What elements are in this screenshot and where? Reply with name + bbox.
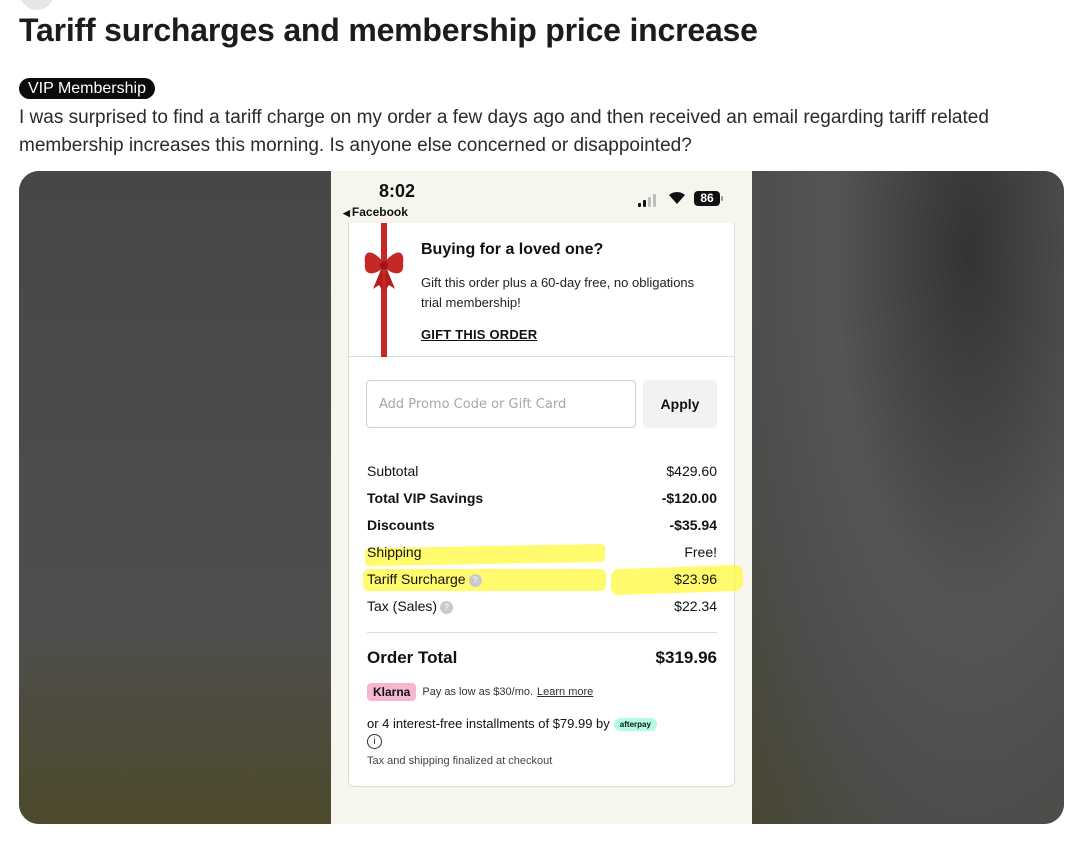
order-total-row: Order Total $319.96	[367, 648, 717, 670]
fine-print: Tax and shipping finalized at checkout	[367, 755, 553, 767]
discounts-value: -$35.94	[669, 517, 717, 533]
klarna-logo: Klarna	[367, 683, 417, 701]
tax-label: Tax (Sales)	[367, 598, 438, 614]
image-blur-left	[19, 171, 331, 824]
battery-tip	[721, 196, 723, 201]
battery-icon: 86	[694, 191, 720, 206]
back-arrow-icon: ◀	[343, 208, 350, 218]
afterpay-row: or 4 interest-free installments of $79.9…	[367, 716, 717, 749]
learn-more-link[interactable]: Learn more	[537, 686, 593, 698]
back-to-app: ◀ Facebook	[343, 205, 408, 219]
tax-value: $22.34	[674, 598, 717, 614]
info-icon[interactable]: i	[367, 734, 382, 749]
klarna-text: Pay as low as $30/mo.	[422, 685, 534, 698]
tax-row: Tax (Sales)? $22.34	[367, 598, 717, 618]
back-app-label: Facebook	[351, 205, 408, 219]
shipping-label: Shipping	[367, 544, 422, 560]
phone-screenshot: 8:02 ◀ Facebook 86 Buying for a loved on…	[331, 171, 752, 824]
subtotal-row: Subtotal $429.60	[367, 463, 717, 483]
gift-description: Gift this order plus a 60-day free, no o…	[421, 275, 695, 310]
vip-savings-value: -$120.00	[661, 490, 717, 506]
vip-savings-row: Total VIP Savings -$120.00	[367, 490, 717, 510]
summary-divider	[367, 632, 717, 633]
phone-status-bar: 8:02 ◀ Facebook 86	[331, 171, 752, 223]
post-header-sliver	[0, 0, 1080, 10]
subtotal-label: Subtotal	[367, 463, 419, 479]
subtotal-value: $429.60	[666, 463, 717, 479]
gift-title: Buying for a loved one?	[421, 241, 604, 258]
help-icon[interactable]: ?	[468, 574, 482, 587]
order-summary-card: Buying for a loved one? Gift this order …	[348, 223, 743, 787]
order-total-label: Order Total	[367, 648, 458, 667]
klarna-row: Klarna Pay as low as $30/mo. Learn more	[367, 683, 717, 703]
post-body: I was surprised to find a tariff charge …	[19, 107, 989, 156]
order-total-value: $319.96	[655, 648, 717, 667]
post-title: Tariff surcharges and membership price i…	[19, 12, 758, 48]
image-blur-right	[752, 171, 1064, 824]
afterpay-logo: afterpay	[613, 718, 657, 731]
promo-code-input[interactable]	[366, 380, 636, 428]
ribbon-bow-icon	[364, 223, 404, 357]
shipping-value: Free!	[684, 544, 717, 560]
status-time: 8:02	[379, 181, 416, 201]
tariff-label: Tariff Surcharge	[367, 571, 466, 587]
post-image[interactable]: 8:02 ◀ Facebook 86 Buying for a loved on…	[19, 171, 1064, 824]
help-icon[interactable]: ?	[440, 601, 454, 614]
apply-button[interactable]: Apply	[643, 380, 717, 428]
gift-section: Buying for a loved one? Gift this order …	[349, 223, 734, 357]
vip-savings-label: Total VIP Savings	[367, 490, 484, 506]
shipping-row: Shipping Free!	[367, 544, 717, 564]
discounts-row: Discounts -$35.94	[367, 517, 717, 537]
wifi-icon	[667, 189, 687, 210]
tariff-row: Tariff Surcharge? $23.96	[367, 571, 717, 591]
avatar[interactable]	[20, 0, 54, 10]
afterpay-text: or 4 interest-free installments of $79.9…	[367, 716, 610, 731]
tariff-value: $23.96	[674, 571, 717, 587]
post-flair[interactable]: VIP Membership	[19, 78, 155, 99]
discounts-label: Discounts	[367, 517, 435, 533]
signal-icon	[638, 193, 662, 207]
gift-this-order-link[interactable]: GIFT THIS ORDER	[421, 327, 537, 342]
